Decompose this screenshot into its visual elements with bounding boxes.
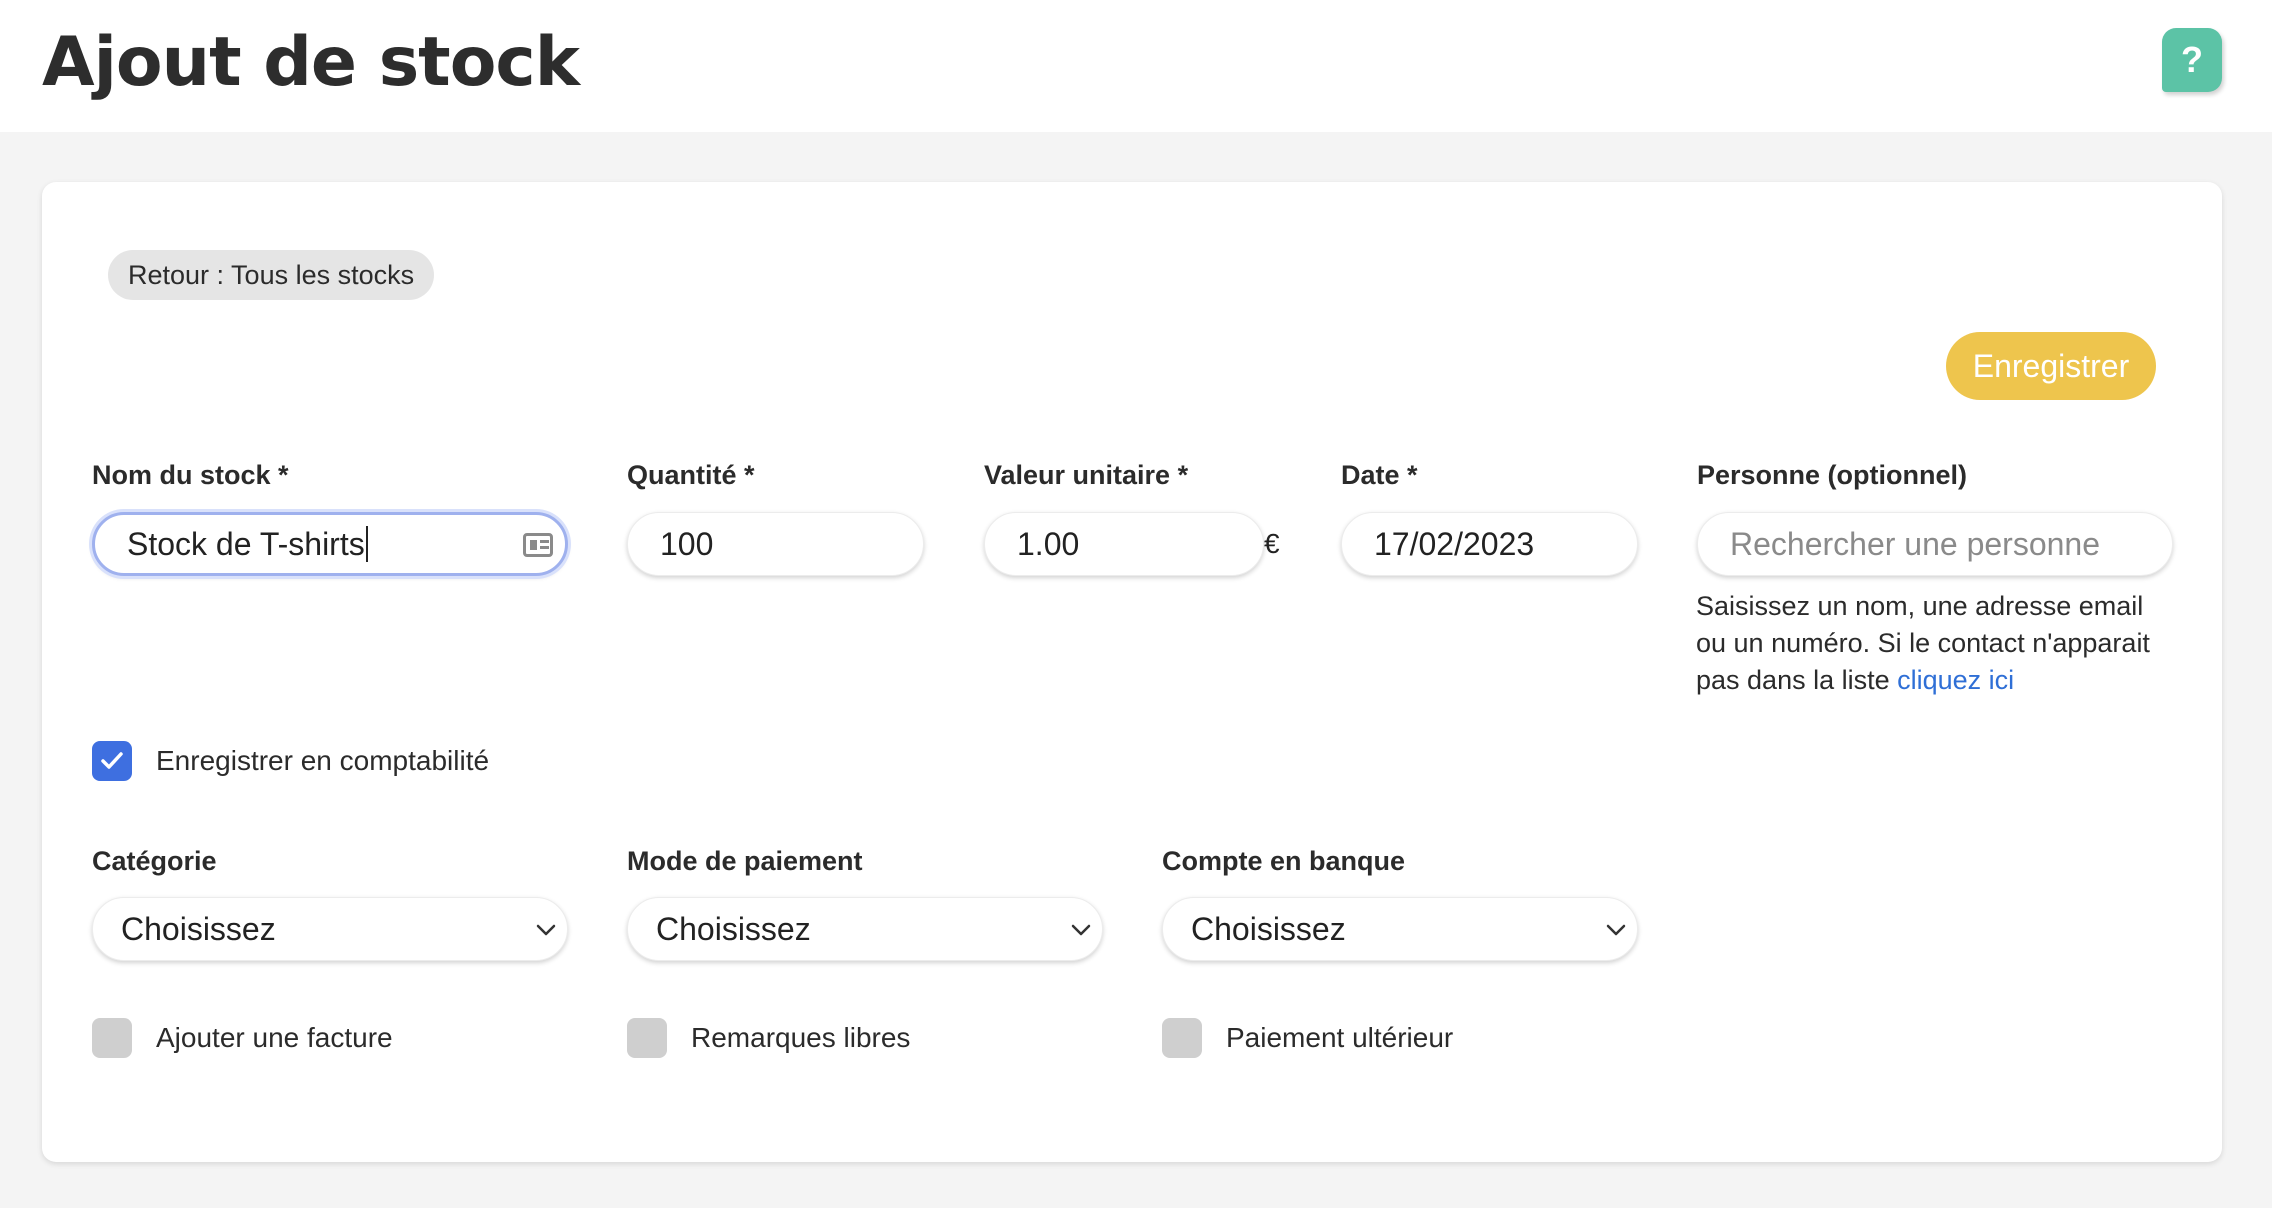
quantity-value: 100 [660, 525, 714, 562]
unit-value-value: 1.00 [1017, 525, 1080, 562]
person-search-input[interactable]: Rechercher une personne [1697, 512, 2173, 576]
page-title: Ajout de stock [42, 23, 580, 102]
payment-mode-select-value: Choisissez [656, 910, 811, 947]
create-contact-link[interactable]: cliquez ici [1897, 665, 2014, 695]
later-payment-checkbox[interactable] [1162, 1018, 1202, 1058]
save-button[interactable]: Enregistrer [1946, 332, 2156, 400]
quantity-input[interactable]: 100 [627, 512, 924, 576]
stock-name-value: Stock de T-shirts [127, 525, 365, 562]
person-help-line-3: pas dans la liste [1696, 665, 1898, 695]
bank-account-label: Compte en banque [1162, 846, 1406, 876]
category-label: Catégorie [92, 846, 217, 876]
person-help-text: Saisissez un nom, une adresse email ou u… [1696, 588, 2206, 699]
bank-account-select-value: Choisissez [1191, 910, 1346, 947]
checkmark-icon [101, 752, 123, 769]
person-label: Personne (optionnel) [1697, 460, 1967, 490]
date-label: Date * [1341, 460, 1418, 490]
person-help-line-1: Saisissez un nom, une adresse email [1696, 591, 2144, 621]
add-invoice-checkbox[interactable] [92, 1018, 132, 1058]
payment-mode-label: Mode de paiement [627, 846, 863, 876]
free-remarks-checkbox[interactable] [627, 1018, 667, 1058]
free-remarks-label: Remarques libres [691, 1022, 911, 1053]
later-payment-label: Paiement ultérieur [1226, 1022, 1454, 1053]
contact-card-icon[interactable] [523, 533, 553, 557]
unit-value-input[interactable]: 1.00 [984, 512, 1264, 576]
category-select[interactable]: Choisissez [92, 897, 568, 961]
chevron-down-icon [1071, 924, 1091, 936]
date-value: 17/02/2023 [1374, 525, 1535, 562]
back-to-all-stocks-button[interactable]: Retour : Tous les stocks [108, 250, 435, 300]
stock-name-label: Nom du stock * [92, 460, 289, 490]
accounting-checkbox[interactable] [92, 741, 132, 781]
person-search-placeholder: Rechercher une personne [1730, 525, 2101, 562]
bank-account-select[interactable]: Choisissez [1162, 897, 1638, 961]
top-bar: Ajout de stock ? [0, 0, 2272, 132]
payment-mode-select[interactable]: Choisissez [627, 897, 1103, 961]
person-help-line-2: ou un numéro. Si le contact n'apparait [1696, 628, 2150, 658]
help-button[interactable]: ? [2162, 28, 2222, 92]
text-caret [365, 526, 368, 562]
stock-name-input[interactable]: Stock de T-shirts [92, 512, 568, 576]
euro-currency-symbol: € [1264, 528, 1280, 559]
category-select-value: Choisissez [121, 910, 276, 947]
unit-value-label: Valeur unitaire * [984, 460, 1189, 490]
help-question-icon: ? [2181, 39, 2203, 80]
quantity-label: Quantité * [627, 460, 755, 490]
date-input[interactable]: 17/02/2023 [1341, 512, 1638, 576]
add-invoice-label: Ajouter une facture [156, 1022, 393, 1053]
chevron-down-icon [536, 924, 556, 936]
chevron-down-icon [1606, 924, 1626, 936]
accounting-checkbox-label: Enregistrer en comptabilité [156, 745, 490, 776]
